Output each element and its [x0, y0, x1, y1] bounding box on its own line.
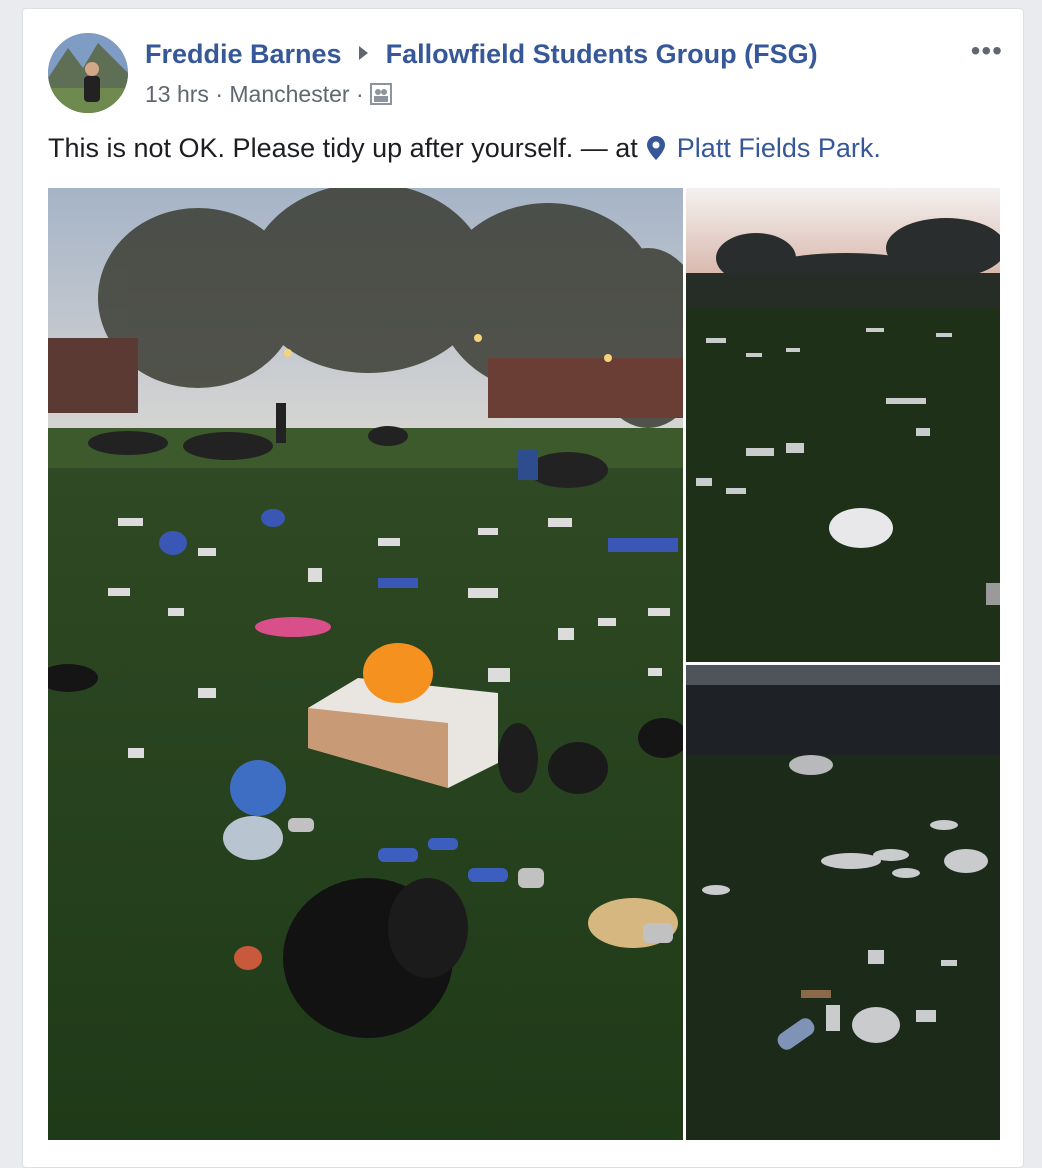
group-icon [370, 83, 393, 111]
caret-right-icon [359, 46, 369, 60]
post-body: This is not OK. Please tidy up after you… [48, 133, 881, 167]
more-options-icon[interactable]: ••• [971, 35, 1003, 67]
group-name[interactable]: Fallowfield Students Group (FSG) [386, 39, 818, 69]
post-photo-2[interactable] [686, 188, 1000, 662]
post-header: Freddie Barnes Fallowfield Students Grou… [145, 39, 818, 70]
meta-separator: · [355, 81, 364, 107]
place-link[interactable]: Platt Fields Park. [677, 133, 881, 163]
post-message: This is not OK. Please tidy up after you… [48, 133, 638, 163]
post-photo-main[interactable] [48, 188, 683, 1140]
post-time[interactable]: 13 hrs [145, 81, 209, 107]
post-photo-3[interactable] [686, 665, 1000, 1140]
author-name[interactable]: Freddie Barnes [145, 39, 342, 69]
post-location-meta[interactable]: Manchester [229, 81, 349, 107]
author-avatar[interactable] [48, 33, 128, 113]
post-card: Freddie Barnes Fallowfield Students Grou… [22, 8, 1024, 1168]
map-pin-icon [647, 136, 666, 167]
post-meta: 13 hrs · Manchester · [145, 81, 393, 111]
meta-separator: · [215, 81, 223, 107]
